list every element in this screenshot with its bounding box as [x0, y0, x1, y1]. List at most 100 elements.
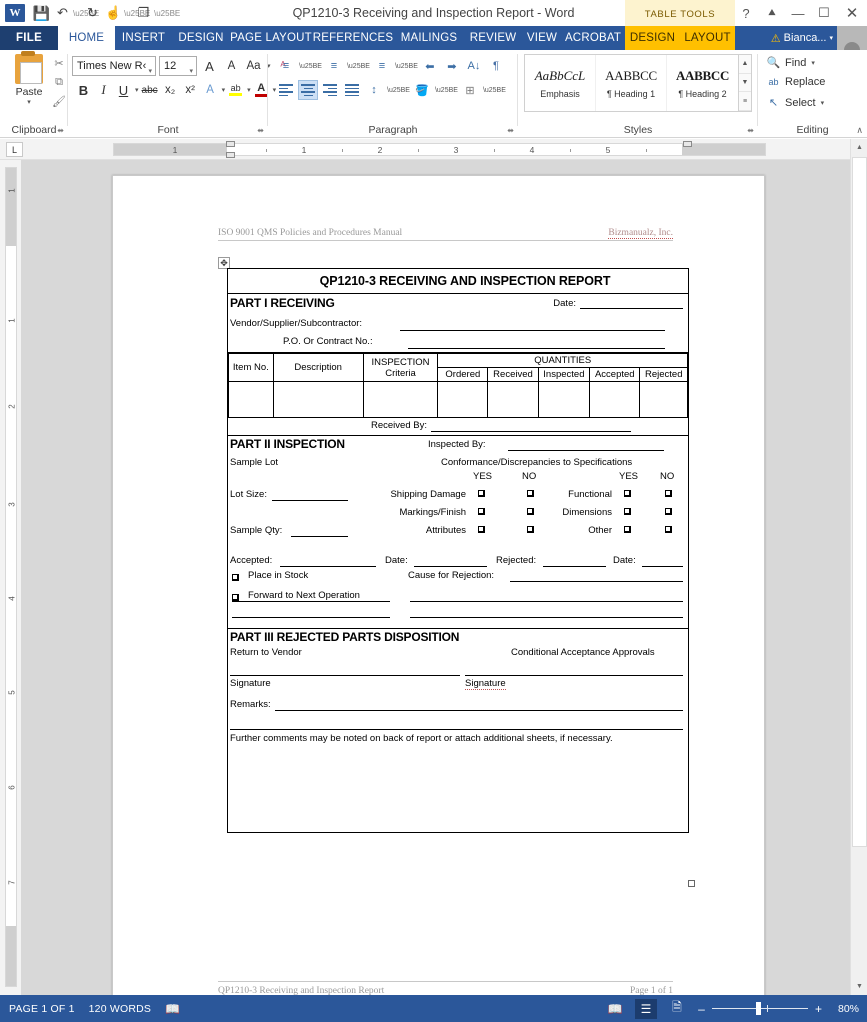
font-size-input[interactable]: 12 ▾ [159, 56, 197, 76]
horizontal-ruler[interactable]: L 1 1 2 3 4 5 [0, 139, 867, 160]
decrease-indent-icon[interactable]: ⬅ [420, 56, 440, 76]
styles-more-icon[interactable]: ≡ [739, 92, 751, 112]
shading-icon[interactable]: 🪣 [412, 80, 432, 100]
tab-table-layout[interactable]: LAYOUT [680, 26, 735, 50]
disposition-blank-2[interactable] [232, 617, 390, 618]
font-name-input[interactable]: Times New R‹ ▾ [72, 56, 156, 76]
touch-mode-caret-icon[interactable]: \u25BE [124, 9, 150, 18]
styles-scroll-down-icon[interactable]: ▼ [739, 74, 751, 93]
paste-caret-icon[interactable]: ▾ [8, 98, 50, 106]
underline-icon[interactable]: U [114, 80, 133, 100]
checkbox-dimensions-yes[interactable] [624, 508, 631, 515]
ribbon-display-options-icon[interactable]: ⯅ [759, 0, 785, 26]
vendor-blank[interactable] [400, 330, 665, 331]
multilevel-caret-icon[interactable]: \u25BE [395, 63, 418, 70]
checkbox-shipping-damage-yes[interactable] [478, 490, 485, 497]
style-item-heading-1[interactable]: AABBCC ¶ Heading 1 [596, 55, 667, 111]
cell-item-no[interactable] [228, 381, 274, 418]
checkbox-attributes-yes[interactable] [478, 526, 485, 533]
font-size-caret-icon[interactable]: ▾ [189, 63, 193, 81]
font-name-caret-icon[interactable]: ▾ [148, 63, 152, 75]
cell-criteria[interactable] [362, 381, 439, 418]
select-button[interactable]: ↖ Select ▾ [766, 96, 825, 110]
rejected-date-blank[interactable] [642, 566, 683, 567]
scrollbar-thumb[interactable] [852, 157, 867, 847]
tab-table-design[interactable]: DESIGN [625, 26, 680, 50]
undo-caret-icon[interactable]: \u25BE [73, 9, 99, 18]
web-layout-icon[interactable]: 🗎 [666, 999, 688, 1019]
tab-view[interactable]: VIEW [522, 26, 562, 50]
touch-mode-icon[interactable]: ☝ [103, 3, 124, 23]
close-button[interactable]: ✕ [837, 0, 867, 26]
numbering-icon[interactable]: ≡ [324, 56, 344, 76]
restore-button[interactable]: ☐ [811, 0, 837, 26]
scroll-down-icon[interactable]: ▼ [851, 978, 867, 995]
shrink-font-icon[interactable]: A [222, 56, 241, 76]
find-caret-icon[interactable]: ▾ [811, 59, 815, 67]
format-painter-icon[interactable]: 🖌 [50, 92, 68, 111]
checkbox-other-yes[interactable] [624, 526, 631, 533]
accepted-date-blank[interactable] [414, 566, 487, 567]
zoom-in-button[interactable]: + [814, 1002, 823, 1016]
tab-insert[interactable]: INSERT [115, 26, 172, 50]
table-resize-handle[interactable] [688, 880, 695, 887]
checkbox-functional-yes[interactable] [624, 490, 631, 497]
clipboard-dialog-launcher-icon[interactable]: ⬌ [57, 126, 64, 135]
cut-icon[interactable]: ✂ [50, 54, 68, 73]
show-formatting-marks-icon[interactable]: ¶ [486, 56, 506, 76]
account-menu[interactable]: ⚠ Bianca... ▾ [771, 26, 837, 50]
find-button[interactable]: 🔍 Find ▾ [766, 56, 815, 70]
inspected-by-blank[interactable] [508, 450, 664, 451]
rejected-blank[interactable] [543, 566, 606, 567]
styles-dialog-launcher-icon[interactable]: ⬌ [747, 126, 754, 135]
right-indent-marker[interactable] [683, 141, 692, 147]
first-line-indent-marker[interactable] [226, 141, 235, 147]
tab-references[interactable]: REFERENCES [312, 26, 394, 50]
multilevel-list-icon[interactable]: ≡ [372, 56, 392, 76]
collapse-ribbon-icon[interactable]: ∧ [856, 125, 863, 136]
checkbox-place-in-stock[interactable] [232, 574, 239, 581]
align-left-icon[interactable] [276, 80, 296, 100]
replace-button[interactable]: ab Replace [766, 76, 825, 88]
remarks-blank-1[interactable] [275, 710, 683, 711]
remarks-blank-2[interactable] [230, 729, 683, 730]
copy-icon[interactable]: ⧉ [50, 73, 68, 92]
accepted-blank[interactable] [280, 566, 376, 567]
styles-scroll-up-icon[interactable]: ▲ [739, 55, 751, 74]
strikethrough-icon[interactable]: abc [140, 80, 160, 100]
sort-icon[interactable]: A↓ [464, 56, 484, 76]
cell-accepted[interactable] [589, 381, 641, 418]
align-center-icon[interactable] [298, 80, 318, 100]
zoom-slider-thumb[interactable] [756, 1002, 761, 1015]
superscript-icon[interactable]: x² [181, 80, 200, 100]
font-dialog-launcher-icon[interactable]: ⬌ [257, 126, 264, 135]
cell-ordered[interactable] [437, 381, 489, 418]
paste-button[interactable]: Paste ▾ [8, 51, 50, 106]
align-right-icon[interactable] [320, 80, 340, 100]
borders-caret-icon[interactable]: \u25BE [483, 87, 506, 94]
highlight-caret-icon[interactable]: ▾ [247, 86, 251, 94]
text-effects-caret-icon[interactable]: ▾ [222, 86, 226, 94]
tab-page-layout[interactable]: PAGE LAYOUT [230, 26, 312, 50]
cause-blank-3[interactable] [410, 617, 683, 618]
shading-caret-icon[interactable]: \u25BE [435, 87, 458, 94]
signature-right-blank[interactable] [465, 675, 683, 676]
po-blank[interactable] [408, 348, 665, 349]
help-button[interactable]: ? [733, 0, 759, 26]
zoom-out-button[interactable]: – [697, 1002, 706, 1016]
underline-caret-icon[interactable]: ▾ [135, 86, 139, 94]
cell-rejected[interactable] [639, 381, 688, 418]
lot-size-blank[interactable] [272, 500, 348, 501]
cause-blank-1[interactable] [510, 581, 683, 582]
line-spacing-caret-icon[interactable]: \u25BE [387, 87, 410, 94]
increase-indent-icon[interactable]: ➡ [442, 56, 462, 76]
select-caret-icon[interactable]: ▾ [821, 99, 825, 107]
qat-dropdown-icon[interactable]: \u25BE [154, 9, 180, 18]
page-indicator[interactable]: PAGE 1 OF 1 [9, 1003, 75, 1015]
save-icon[interactable]: 💾 [31, 3, 52, 23]
part1-date-blank[interactable] [580, 308, 683, 309]
bold-icon[interactable]: B [74, 80, 93, 100]
vertical-ruler[interactable]: 1 1 2 3 4 5 6 7 [0, 160, 21, 995]
cell-description[interactable] [272, 381, 364, 418]
checkbox-dimensions-no[interactable] [665, 508, 672, 515]
